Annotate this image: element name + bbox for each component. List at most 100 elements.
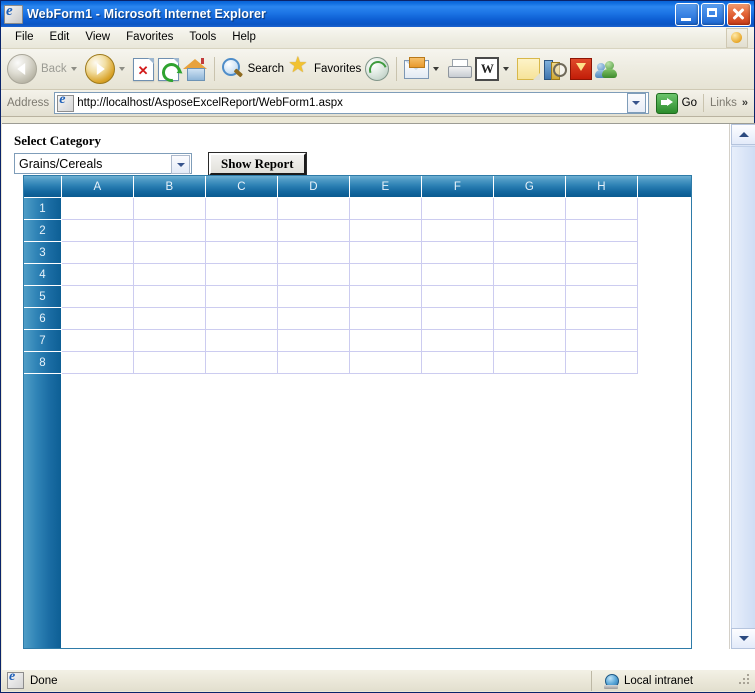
menu-item-tools[interactable]: Tools [181,29,224,46]
menu-item-view[interactable]: View [77,29,118,46]
grid-cell-B6[interactable] [134,308,206,330]
grid-cell-A8[interactable] [62,352,134,374]
category-dropdown[interactable]: Grains/Cereals [14,153,192,174]
menu-item-help[interactable]: Help [224,29,264,46]
grid-cell-D2[interactable] [278,220,350,242]
print-button[interactable] [445,52,473,86]
grid-cell-C1[interactable] [206,198,278,220]
grid-cell-F7[interactable] [422,330,494,352]
grid-cell-E7[interactable] [350,330,422,352]
grid-cell-F8[interactable] [422,352,494,374]
grid-column-header-e[interactable]: E [350,176,422,197]
grid-cell-C3[interactable] [206,242,278,264]
grid-column-header-g[interactable]: G [494,176,566,197]
back-button[interactable]: Back [5,52,83,86]
mail-dropdown-chevron-icon[interactable] [433,67,440,71]
grid-cell-C2[interactable] [206,220,278,242]
grid-cell-B2[interactable] [134,220,206,242]
forward-button[interactable] [83,52,131,86]
search-button[interactable]: Search [220,52,286,86]
grid-cell-F6[interactable] [422,308,494,330]
grid-cell-D5[interactable] [278,286,350,308]
vertical-scrollbar[interactable] [730,124,755,649]
links-overflow-chevron-icon[interactable]: » [742,97,748,109]
messenger-button[interactable] [594,52,622,86]
media-button[interactable] [363,52,391,86]
resize-grip[interactable] [739,673,753,688]
grid-column-header-f[interactable]: F [422,176,494,197]
grid-cell-B4[interactable] [134,264,206,286]
scroll-down-button[interactable] [731,628,755,649]
grid-column-header-b[interactable]: B [134,176,206,197]
close-button[interactable] [727,3,751,26]
home-button[interactable] [181,52,209,86]
grid-cell-C6[interactable] [206,308,278,330]
show-report-button[interactable]: Show Report [209,153,306,175]
grid-cell-F5[interactable] [422,286,494,308]
menu-item-file[interactable]: File [7,29,42,46]
grid-cell-F4[interactable] [422,264,494,286]
edit-with-word-button[interactable]: W [473,52,515,86]
address-input[interactable]: http://localhost/AsposeExcelReport/WebFo… [54,92,649,114]
grid-cell-A3[interactable] [62,242,134,264]
grid-blank-area[interactable] [62,374,691,648]
forward-dropdown-chevron-icon[interactable] [118,67,125,71]
notes-button[interactable] [515,52,542,86]
grid-cell-C4[interactable] [206,264,278,286]
grid-cell-G6[interactable] [494,308,566,330]
grid-column-header-a[interactable]: A [62,176,134,197]
address-dropdown-button[interactable] [626,93,646,113]
grid-row-header-1[interactable]: 1 [24,198,62,220]
grid-cell-E4[interactable] [350,264,422,286]
grid-row-header-5[interactable]: 5 [24,286,62,308]
grid-cell-E5[interactable] [350,286,422,308]
links-label[interactable]: Links [710,97,737,109]
grid-row-header-3[interactable]: 3 [24,242,62,264]
grid-cell-B8[interactable] [134,352,206,374]
menu-item-edit[interactable]: Edit [42,29,78,46]
grid-cell-H7[interactable] [566,330,638,352]
grid-cell-G1[interactable] [494,198,566,220]
mail-button[interactable] [402,52,445,86]
grid-cell-C8[interactable] [206,352,278,374]
grid-cell-C7[interactable] [206,330,278,352]
grid-cell-H6[interactable] [566,308,638,330]
grid-cell-A4[interactable] [62,264,134,286]
grid-cell-A2[interactable] [62,220,134,242]
grid-cell-G3[interactable] [494,242,566,264]
spreadsheet-grid[interactable]: ABCDEFGH 12345678 [23,175,692,649]
grid-cell-E1[interactable] [350,198,422,220]
grid-column-header-c[interactable]: C [206,176,278,197]
grid-row-header-8[interactable]: 8 [24,352,62,374]
refresh-button[interactable] [156,52,185,86]
category-dropdown-button[interactable] [171,155,190,174]
grid-cell-B1[interactable] [134,198,206,220]
grid-cell-H8[interactable] [566,352,638,374]
minimize-button[interactable] [675,3,699,26]
back-dropdown-chevron-icon[interactable] [70,67,77,71]
grid-cell-D4[interactable] [278,264,350,286]
grid-cell-E3[interactable] [350,242,422,264]
grid-column-header-d[interactable]: D [278,176,350,197]
grid-cell-H2[interactable] [566,220,638,242]
grid-cell-D3[interactable] [278,242,350,264]
grid-corner-cell[interactable] [24,176,62,197]
grid-cell-E6[interactable] [350,308,422,330]
stop-button[interactable]: ✕ [131,52,156,86]
grid-row-header-7[interactable]: 7 [24,330,62,352]
grid-cell-B3[interactable] [134,242,206,264]
maximize-button[interactable] [701,3,725,26]
grid-cell-A5[interactable] [62,286,134,308]
grid-cell-D7[interactable] [278,330,350,352]
research-button[interactable] [542,52,568,86]
grid-cell-A1[interactable] [62,198,134,220]
menu-item-favorites[interactable]: Favorites [118,29,181,46]
grid-cell-F1[interactable] [422,198,494,220]
grid-cell-H5[interactable] [566,286,638,308]
grid-cell-G8[interactable] [494,352,566,374]
grid-cell-D1[interactable] [278,198,350,220]
grid-row-header-6[interactable]: 6 [24,308,62,330]
scroll-up-button[interactable] [731,124,755,145]
grid-cell-F2[interactable] [422,220,494,242]
grid-cell-H4[interactable] [566,264,638,286]
